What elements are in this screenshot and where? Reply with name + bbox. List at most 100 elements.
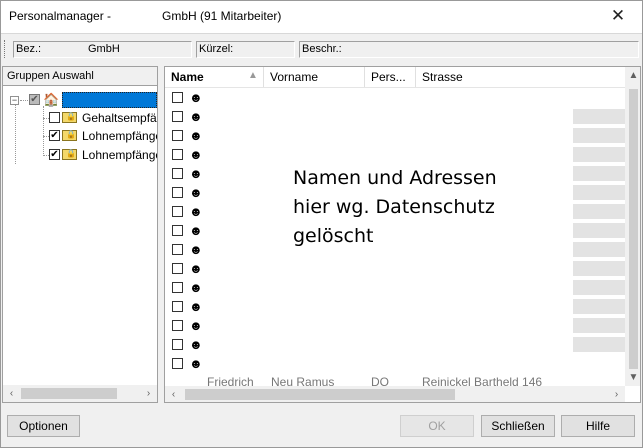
column-name[interactable]: Name ▲ [165,67,264,87]
locked-folder-icon [62,148,77,160]
title-separator [1,33,642,34]
scroll-down-icon[interactable]: ▼ [625,369,640,386]
row-checkbox[interactable] [172,130,183,141]
person-icon: ☻ [189,223,203,238]
row-checkbox[interactable] [172,187,183,198]
hidden-cell [573,223,625,238]
tree-root-selected[interactable] [62,92,157,108]
tree-hscrollbar[interactable]: ‹ › [3,385,157,402]
scroll-right-icon[interactable]: › [608,386,625,402]
company-title: GmbH (91 Mitarbeiter) [162,9,282,23]
list-item[interactable]: ☻ [165,145,625,164]
hidden-cell [573,185,625,200]
employee-list: Name ▲ Vorname Pers... Strasse ☻ ☻ ☻ ☻ ☻ ☻ ☻ ☻ ☻… [164,66,641,403]
bez-label: Bez.: [16,43,42,55]
column-personalnummer[interactable]: Pers... [365,67,416,87]
toolbar-grip[interactable] [4,40,7,58]
person-icon: ☻ [189,204,203,219]
row-checkbox[interactable] [172,168,183,179]
row-checkbox[interactable] [172,225,183,236]
list-item[interactable]: ☻ [165,297,625,316]
row-checkbox[interactable] [172,320,183,331]
row-checkbox[interactable] [172,244,183,255]
close-icon[interactable]: ✕ [606,5,630,27]
hidden-cell [573,204,625,219]
list-item[interactable]: ☻ [165,88,625,107]
scroll-thumb[interactable] [629,89,638,369]
person-icon: ☻ [189,166,203,181]
hidden-cell [573,337,625,352]
kuerzel-field[interactable]: Kürzel: [196,41,295,58]
options-button[interactable]: Optionen [7,415,80,437]
tree-item-label: Gehaltsempfänger [82,111,157,125]
title-bar: Personalmanager - GmbH (91 Mitarbeiter) … [0,0,643,33]
scroll-thumb[interactable] [185,389,455,400]
hidden-cell [573,242,625,257]
row-checkbox[interactable] [172,301,183,312]
locked-folder-icon [62,129,77,141]
tree-item-lohnempfaenger-1[interactable]: ✔ Lohnempfänger [3,129,158,147]
root-checkbox[interactable]: ✔ [29,94,40,105]
person-icon: ☻ [189,147,203,162]
list-item[interactable]: ☻ [165,126,625,145]
person-icon: ☻ [189,356,203,371]
person-icon: ☻ [189,261,203,276]
scroll-right-icon[interactable]: › [140,385,157,402]
tree-item-label: Lohnempfänger [82,129,158,143]
home-icon: 🏠 [43,92,60,107]
hidden-cell [573,280,625,295]
row-checkbox[interactable] [172,263,183,274]
group-tree: − ✔ 🏠 Gehaltsempfänger ✔ Lohnempfänger ✔… [2,86,158,403]
person-icon: ☻ [189,90,203,105]
item-checkbox[interactable]: ✔ [49,130,60,141]
collapse-icon[interactable]: − [10,96,19,105]
tree-item-gehaltsempfaenger[interactable]: Gehaltsempfänger [3,111,157,129]
beschr-label: Beschr.: [302,43,342,55]
hidden-cell [573,318,625,333]
row-checkbox[interactable] [172,282,183,293]
row-checkbox[interactable] [172,111,183,122]
row-checkbox[interactable] [172,358,183,369]
list-vscrollbar[interactable]: ▲ ▼ [625,67,640,386]
help-button[interactable]: Hilfe [561,415,635,437]
list-item[interactable]: ☻ [165,278,625,297]
list-item[interactable]: ☻ [165,335,625,354]
bez-field[interactable]: Bez.: GmbH [13,41,192,58]
tree-item-lohnempfaenger-2[interactable]: ✔ Lohnempfänger [3,148,158,166]
scroll-left-icon[interactable]: ‹ [165,386,182,402]
sort-ascending-icon: ▲ [248,70,258,81]
ok-button[interactable]: OK [400,415,474,437]
kuerzel-label: Kürzel: [199,43,234,55]
item-checkbox[interactable] [49,112,60,123]
row-checkbox[interactable] [172,149,183,160]
column-name-label: Name [171,70,204,84]
tree-item-label: Lohnempfänger [82,148,158,162]
window-title: Personalmanager - [9,9,112,23]
row-checkbox[interactable] [172,339,183,350]
person-icon: ☻ [189,280,203,295]
list-item[interactable]: ☻ [165,354,625,373]
close-button[interactable]: Schließen [481,415,555,437]
scroll-thumb[interactable] [21,388,117,399]
scroll-left-icon[interactable]: ‹ [3,385,20,402]
person-icon: ☻ [189,299,203,314]
list-hscrollbar[interactable]: ‹ › [165,386,625,402]
list-item[interactable]: ☻ [165,316,625,335]
privacy-notice: Namen und Adressen hier wg. Datenschutz … [293,167,497,247]
column-strasse[interactable]: Strasse [416,67,625,87]
item-checkbox[interactable]: ✔ [49,149,60,160]
beschr-field[interactable]: Beschr.: [299,41,639,58]
list-item[interactable]: ☻ [165,107,625,126]
locked-folder-icon [62,111,77,123]
row-checkbox[interactable] [172,206,183,217]
hidden-cell [573,299,625,314]
list-item[interactable]: ☻ [165,259,625,278]
scroll-up-icon[interactable]: ▲ [625,67,640,84]
hidden-cell [573,147,625,162]
person-icon: ☻ [189,337,203,352]
column-vorname[interactable]: Vorname [264,67,365,87]
person-icon: ☻ [189,109,203,124]
row-checkbox[interactable] [172,92,183,103]
hidden-cell [573,128,625,143]
hidden-cell [573,261,625,276]
